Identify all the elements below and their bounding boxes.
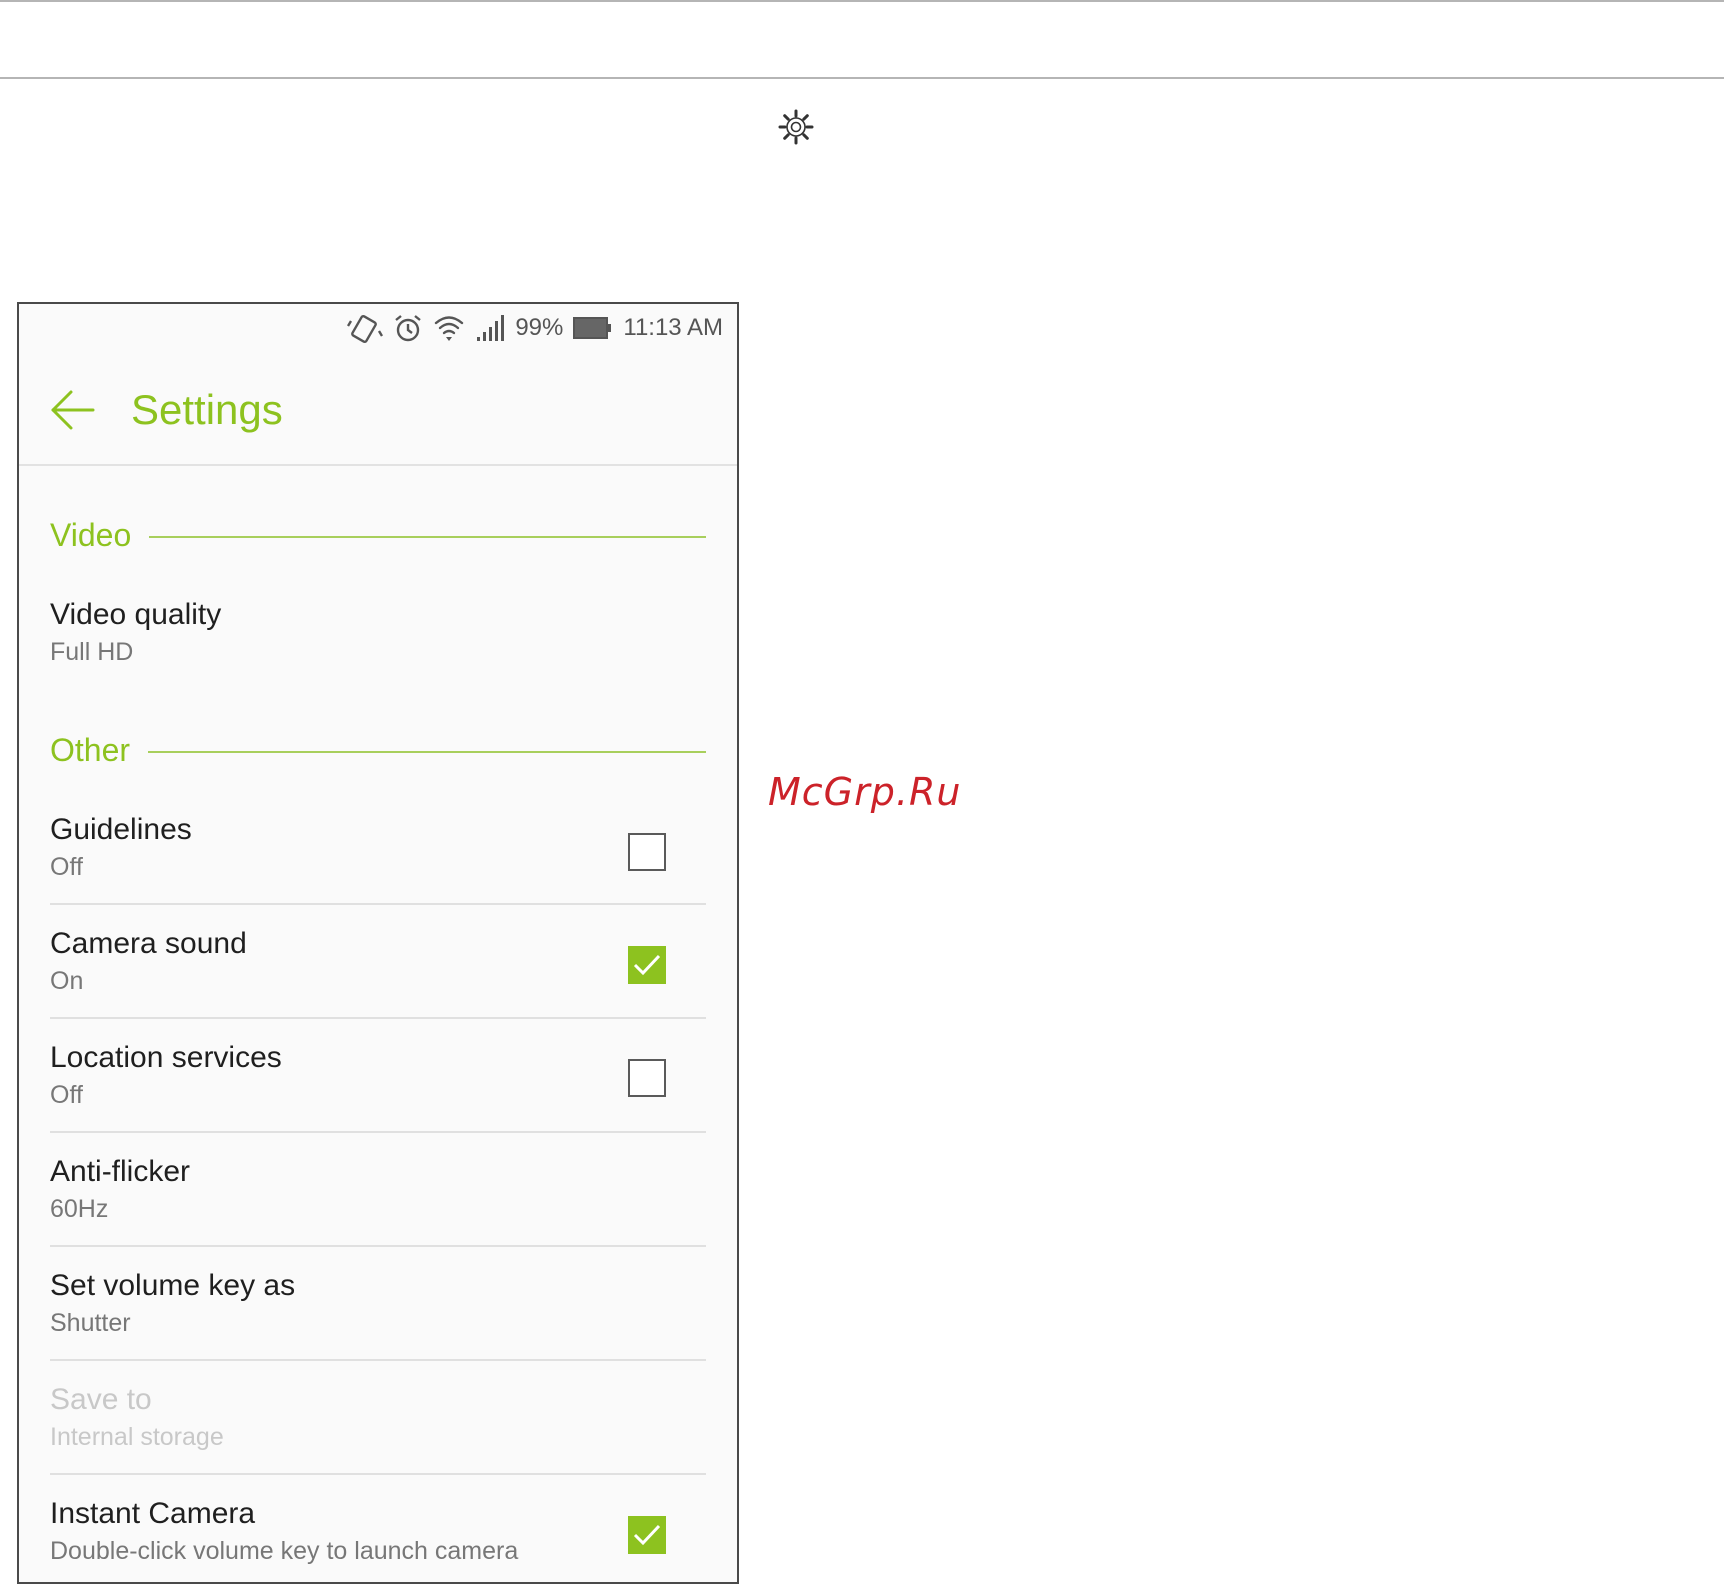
- setting-value: Off: [50, 1081, 83, 1109]
- setting-title: Instant Camera: [50, 1497, 256, 1530]
- header-rule: [0, 77, 1724, 79]
- setting-value: Full HD: [50, 638, 134, 666]
- setting-camera-sound[interactable]: Camera sound On: [50, 905, 706, 1019]
- setting-title: Set volume key as: [50, 1269, 296, 1302]
- setting-value: On: [50, 967, 84, 995]
- setting-save-to: Save to Internal storage: [50, 1361, 706, 1475]
- setting-instant-camera[interactable]: Instant Camera Double-click volume key t…: [50, 1475, 706, 1582]
- setting-title: Guidelines: [50, 813, 192, 846]
- watermark-text: McGrp.Ru: [768, 770, 962, 814]
- back-arrow-icon[interactable]: [49, 388, 97, 432]
- page-title: Settings: [131, 386, 283, 433]
- app-bar: Settings: [19, 352, 737, 466]
- instant-camera-checkbox[interactable]: [628, 1516, 666, 1554]
- checkmark-icon: [633, 1524, 661, 1546]
- section-header-video: Video: [50, 515, 706, 555]
- status-bar: 99% 11:13 AM: [19, 304, 737, 352]
- setting-volume-key[interactable]: Set volume key as Shutter: [50, 1247, 706, 1361]
- alarm-icon: [395, 315, 422, 342]
- clock: 11:13 AM: [623, 314, 723, 341]
- setting-location-services[interactable]: Location services Off: [50, 1019, 706, 1133]
- section-header-other: Other: [50, 730, 706, 770]
- setting-anti-flicker[interactable]: Anti-flicker 60Hz: [50, 1133, 706, 1247]
- setting-value: Shutter: [50, 1309, 131, 1337]
- checkmark-icon: [633, 954, 661, 976]
- setting-title: Save to: [50, 1383, 152, 1416]
- section-divider: [148, 751, 706, 753]
- setting-value: Off: [50, 853, 83, 881]
- top-rule: [0, 0, 1724, 2]
- guidelines-checkbox[interactable]: [628, 833, 666, 871]
- location-services-checkbox[interactable]: [628, 1059, 666, 1097]
- cell-signal-icon: [477, 315, 505, 341]
- setting-title: Video quality: [50, 598, 222, 631]
- battery-icon: [573, 317, 612, 339]
- section-label: Video: [50, 516, 132, 553]
- setting-guidelines[interactable]: Guidelines Off: [50, 791, 706, 905]
- setting-video-quality[interactable]: Video quality Full HD: [50, 576, 706, 688]
- wifi-icon: [435, 316, 464, 341]
- section-divider: [149, 536, 706, 538]
- gear-icon: [778, 109, 814, 145]
- camera-sound-checkbox[interactable]: [628, 946, 666, 984]
- phone-screenshot: 99% 11:13 AM Settings Video Video qualit…: [17, 302, 739, 1584]
- section-label: Other: [50, 731, 131, 768]
- setting-title: Anti-flicker: [50, 1155, 191, 1188]
- vibrate-icon: [347, 315, 384, 343]
- setting-value: Double-click volume key to launch camera: [50, 1537, 519, 1565]
- battery-percent: 99%: [515, 314, 564, 341]
- setting-title: Camera sound: [50, 927, 247, 960]
- setting-value: 60Hz: [50, 1195, 109, 1223]
- setting-value: Internal storage: [50, 1423, 224, 1451]
- setting-title: Location services: [50, 1041, 282, 1074]
